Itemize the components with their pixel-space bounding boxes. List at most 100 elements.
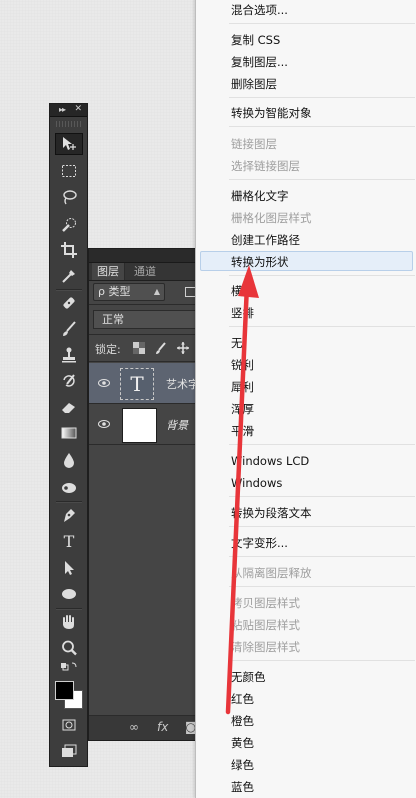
screen-mode-icon[interactable] [55,740,83,762]
menu-separator [229,526,415,527]
ellipse-icon[interactable] [55,583,83,605]
menu-item-color-yellow[interactable]: 黄色 [231,736,254,750]
lock-pixels-icon[interactable] [155,342,167,354]
tab-layers[interactable]: 图层 [92,263,125,280]
link-layers-icon[interactable]: ∞ [129,720,139,734]
background-layer-thumbnail [122,408,157,443]
menu-separator [229,496,415,497]
tab-channels[interactable]: 通道 [129,263,161,280]
double-chevron-icon[interactable]: ▸▸ [59,104,66,115]
pen-icon[interactable] [55,504,83,526]
foreground-color-swatch[interactable] [55,681,74,700]
divider [56,289,82,291]
menu-item-convert-to-shape[interactable]: 转换为形状 [231,255,289,269]
menu-item-color-green[interactable]: 绿色 [231,758,254,772]
menu-item-rasterize-type[interactable]: 栅格化文字 [231,189,289,203]
dodge-icon[interactable] [55,476,83,498]
layer-name[interactable]: 艺术字 [166,376,197,392]
menu-item-copy-css[interactable]: 复制 CSS [231,33,280,47]
menu-item-select-linked: 选择链接图层 [231,159,300,173]
layers-panel-footer: ∞ fx ◙ [89,715,197,740]
menu-item-release-isolation: 从隔离图层释放 [231,566,312,580]
quick-mask-icon[interactable] [55,714,83,736]
tools-panel: ▸▸ ✕ T [49,103,88,767]
lock-position-icon[interactable] [177,342,189,354]
menu-item-rasterize-style: 栅格化图层样式 [231,211,312,225]
fx-icon[interactable]: fx [157,720,168,734]
close-icon[interactable]: ✕ [74,104,82,115]
blend-mode-select[interactable]: 正常 [93,310,197,329]
menu-item-horizontal[interactable]: 横排 [231,284,254,298]
panel-grip[interactable] [56,121,81,127]
menu-item-duplicate-layer[interactable]: 复制图层... [231,55,288,69]
eye-icon[interactable] [98,419,110,429]
swap-colors-icon[interactable] [55,660,83,674]
menu-item-paste-style: 粘贴图层样式 [231,618,300,632]
arrow-select-icon[interactable] [55,557,83,579]
drop-icon[interactable] [55,449,83,471]
eraser-icon[interactable] [55,396,83,418]
menu-separator [229,126,415,127]
menu-item-convert-paragraph[interactable]: 转换为段落文本 [231,506,312,520]
menu-item-aa-sharp[interactable]: 锐利 [231,358,254,372]
text-layer-thumbnail: T [120,368,154,400]
svg-text:T: T [64,532,75,550]
eye-icon[interactable] [98,378,110,388]
menu-item-create-work-path[interactable]: 创建工作路径 [231,233,300,247]
layers-panel: 图层 通道 ρ 类型 ▲ 正常 锁定: T 艺术字 背景 ∞ fx ◙ [88,248,198,741]
rect-marquee-icon[interactable] [55,160,83,182]
menu-separator [229,179,415,180]
bandage-icon[interactable] [55,292,83,314]
quick-select-icon[interactable] [55,214,83,236]
layers-panel-header[interactable] [89,249,197,263]
menu-item-color-none[interactable]: 无颜色 [231,670,266,684]
menu-item-color-blue[interactable]: 蓝色 [231,780,254,794]
crop-icon[interactable] [55,239,83,261]
layer-filter-select[interactable]: ρ 类型 ▲ [93,283,165,301]
lock-transparent-icon[interactable] [133,342,145,354]
menu-item-warp-text[interactable]: 文字变形... [231,536,288,550]
layer-row-background[interactable]: 背景 [89,404,197,444]
tools-panel-header[interactable]: ▸▸ ✕ [50,104,87,117]
divider [89,444,197,445]
menu-separator [229,275,415,276]
hand-icon[interactable] [55,611,83,633]
menu-item-color-red[interactable]: 红色 [231,692,254,706]
menu-separator [229,444,415,445]
menu-item-copy-style: 拷贝图层样式 [231,596,300,610]
divider [56,501,82,503]
type-icon[interactable]: T [55,530,83,552]
menu-separator [229,326,415,327]
menu-item-convert-smart-object[interactable]: 转换为智能对象 [231,106,312,120]
divider [56,608,82,610]
menu-item-aa-strong[interactable]: 浑厚 [231,402,254,416]
menu-item-color-orange[interactable]: 橙色 [231,714,254,728]
blend-mode-value: 正常 [102,313,124,326]
menu-item-vertical[interactable]: 竖排 [231,306,254,320]
zoom-icon[interactable] [55,637,83,659]
menu-item-aa-none[interactable]: 无 [231,336,243,350]
eyedropper-icon[interactable] [55,265,83,287]
divider [89,361,197,362]
menu-separator [229,97,415,98]
move-icon[interactable] [55,133,83,155]
menu-item-delete-layer[interactable]: 删除图层 [231,77,277,91]
brush-icon[interactable] [55,318,83,340]
menu-item-windows[interactable]: Windows [231,476,282,490]
menu-item-blending-options[interactable]: 混合选项... [231,3,288,17]
divider [89,304,197,305]
layer-name[interactable]: 背景 [166,417,188,433]
layer-row-text[interactable]: T 艺术字 [89,363,197,403]
layer-filter-label: ρ 类型 [98,285,131,298]
menu-separator [229,556,415,557]
history-brush-icon[interactable] [55,370,83,392]
stamp-icon[interactable] [55,344,83,366]
menu-item-aa-smooth[interactable]: 平滑 [231,424,254,438]
gradient-icon[interactable] [55,422,83,444]
layers-panel-tabs: 图层 通道 [89,263,197,281]
lasso-icon[interactable] [55,186,83,208]
menu-separator [229,23,415,24]
menu-item-aa-crisp[interactable]: 犀利 [231,380,254,394]
menu-separator [229,586,415,587]
menu-item-windows-lcd[interactable]: Windows LCD [231,454,309,468]
